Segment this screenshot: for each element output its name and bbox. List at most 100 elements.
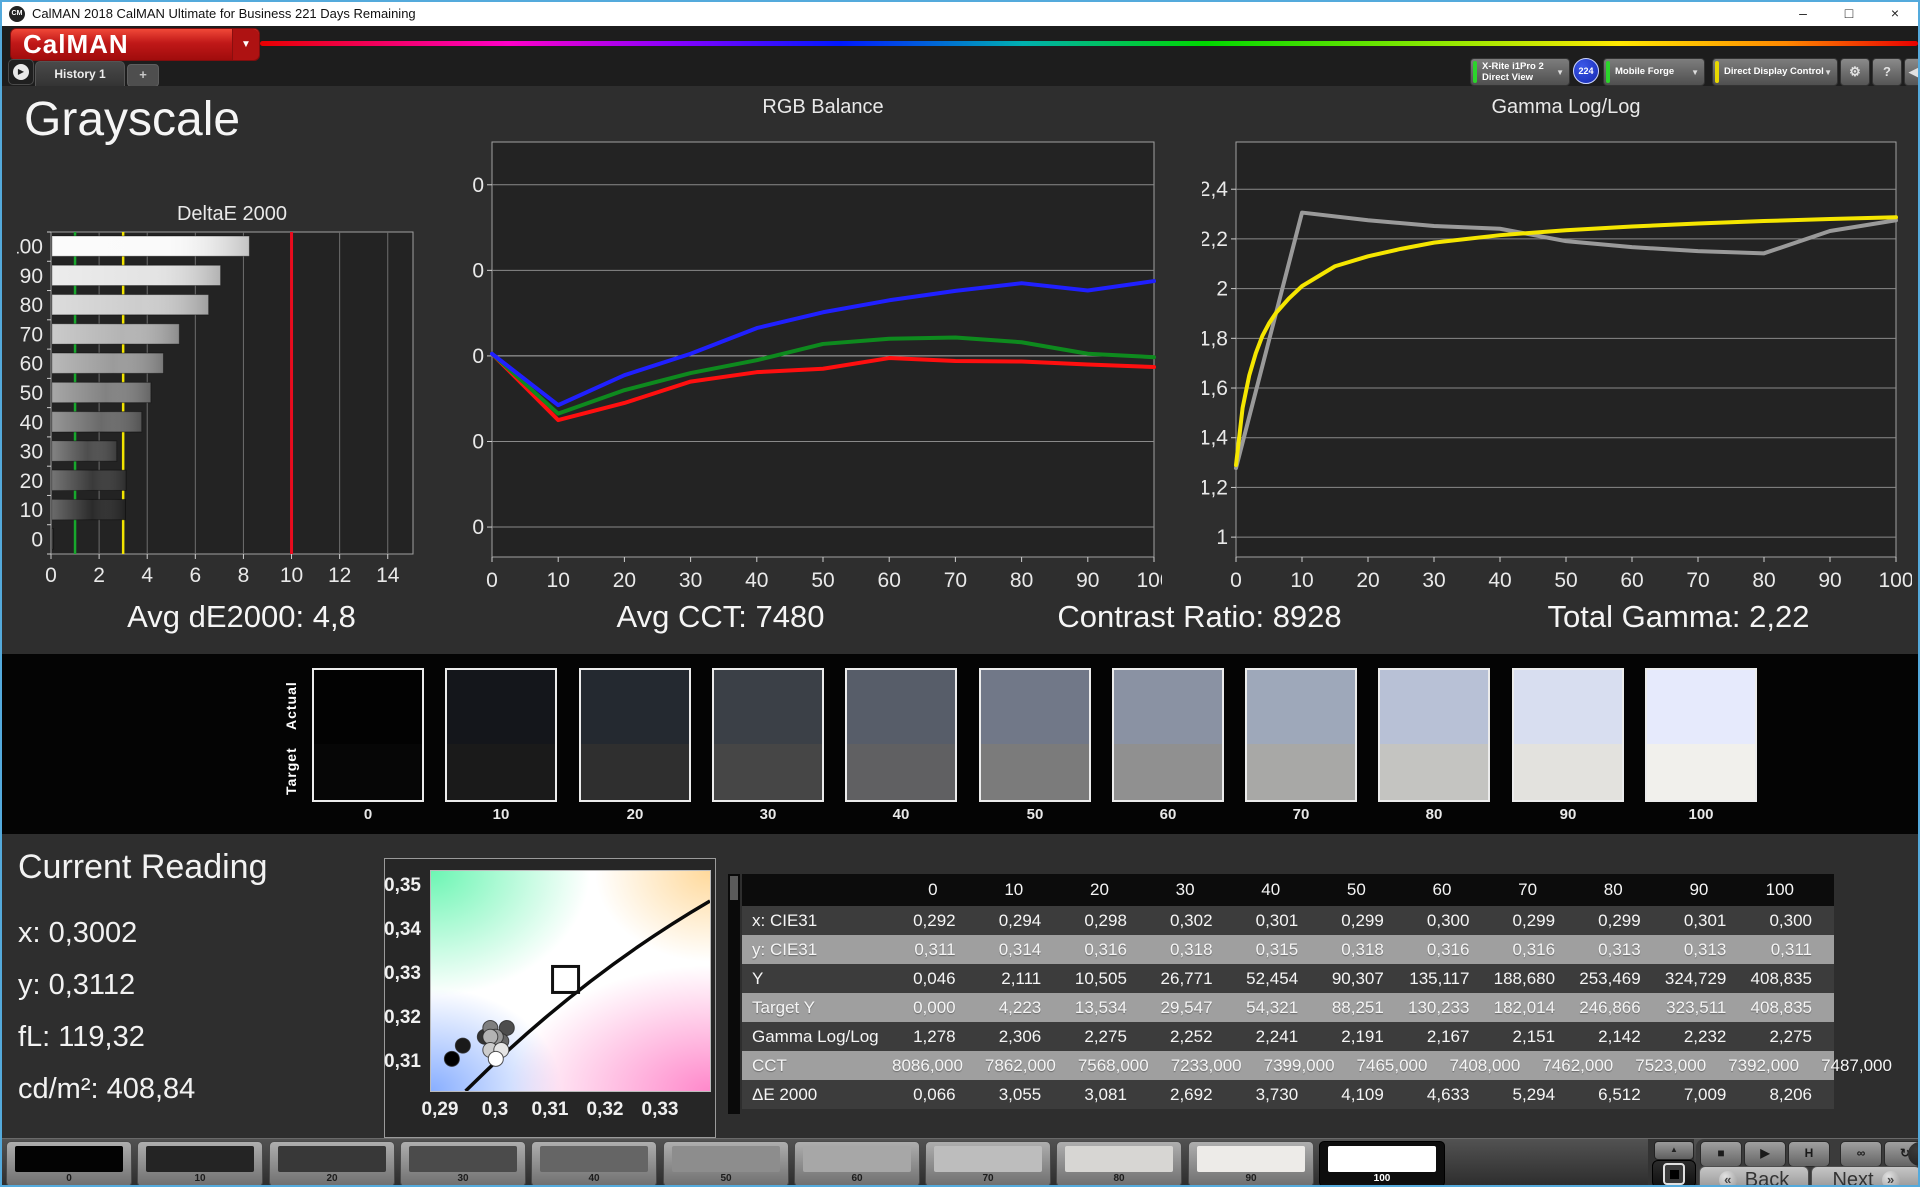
cie-ytick: 0,32 [384, 1007, 421, 1028]
window-titlebar: CM CalMAN 2018 CalMAN Ultimate for Busin… [2, 2, 1918, 26]
actual-swatch [714, 670, 822, 745]
table-cell: 0,066 [913, 1084, 956, 1104]
table-cell: 0,299 [1512, 910, 1556, 930]
table-cell: 4,633 [1426, 1084, 1470, 1104]
app-header: CalMAN ▼ X-Rite i1Pro 2 Direct View ▼ 22… [2, 26, 1918, 87]
cie-ytick: 0,33 [384, 963, 421, 984]
swatch-tile-80 [1378, 668, 1490, 802]
table-cell: 0,318 [1169, 939, 1213, 959]
scrollbar-thumb[interactable] [730, 876, 738, 900]
help-button[interactable]: ? [1872, 58, 1902, 86]
back-button[interactable]: « Back [1699, 1166, 1809, 1185]
minimize-button[interactable]: – [1780, 2, 1826, 26]
pattern-popup-button[interactable]: ▲ [1654, 1141, 1694, 1160]
loop-button[interactable]: ∞ [1840, 1141, 1882, 1167]
pattern-level-label: 90 [1245, 1173, 1257, 1184]
cie-ytick: 0,34 [384, 919, 421, 940]
swatch-tile-10 [445, 668, 557, 802]
table-cell: 130,233 [1408, 997, 1470, 1017]
pattern-button-30[interactable]: 30 [400, 1141, 526, 1185]
swatch-tile-70 [1245, 668, 1357, 802]
pattern-level-label: 60 [851, 1173, 863, 1184]
svg-text:20: 20 [472, 259, 484, 282]
pattern-button-40[interactable]: 40 [531, 1141, 657, 1185]
hold-button[interactable]: H [1788, 1141, 1830, 1167]
pattern-chip [278, 1146, 386, 1172]
app-icon: CM [9, 6, 25, 22]
table-cell: 0,000 [913, 997, 956, 1017]
cie-xtick: 0,33 [641, 1099, 679, 1120]
actual-swatch [1380, 670, 1488, 745]
close-button[interactable]: × [1872, 2, 1918, 26]
pattern-button-60[interactable]: 60 [794, 1141, 920, 1185]
actual-swatch [981, 670, 1089, 745]
svg-text:6: 6 [189, 564, 201, 587]
pattern-button-90[interactable]: 90 [1188, 1141, 1314, 1185]
table-row: CCT 8086,000 7862,000 7568,000 7233,000 7399,… [742, 1051, 1892, 1080]
next-button[interactable]: Next » [1811, 1166, 1918, 1185]
play-button[interactable]: ▶ [1744, 1141, 1786, 1167]
table-scrollbar[interactable] [728, 874, 740, 1114]
pattern-button-20[interactable]: 20 [269, 1141, 395, 1185]
cie-ytick: 0,35 [384, 875, 421, 896]
table-cell: 0,046 [913, 968, 956, 988]
table-col-header: 50 [1346, 880, 1366, 899]
workflow-nav-button[interactable]: ▶ [8, 59, 34, 85]
maximize-button[interactable]: □ [1826, 2, 1872, 26]
collapse-panel-button[interactable]: ◀ [1904, 58, 1918, 86]
table-cell: 135,117 [1409, 968, 1470, 988]
table-cell: 4,223 [998, 997, 1042, 1017]
ddc-status-bar [1715, 61, 1719, 83]
calman-logo-button[interactable]: CalMAN ▼ [10, 28, 260, 61]
pattern-level-label: 20 [326, 1173, 338, 1184]
svg-text:20: 20 [20, 470, 43, 493]
meter-source-dropdown[interactable]: Mobile Forge ▼ [1603, 58, 1705, 86]
target-swatch [581, 744, 689, 800]
table-cell: 88,251 [1331, 997, 1384, 1017]
tab-history-1[interactable]: History 1 [35, 61, 125, 87]
pattern-button-50[interactable]: 50 [663, 1141, 789, 1185]
rgb-balance-chart: RGB Balance 40 20 0 -20 -40 0 10 20 30 40 50 60 70 80 9… [472, 97, 1162, 592]
cie-ytick: 0,31 [384, 1051, 421, 1072]
reading-cdm2: cd/m²: 408,84 [18, 1073, 196, 1105]
svg-text:40: 40 [20, 411, 43, 434]
add-tab-button[interactable]: + [127, 64, 159, 87]
back-chevron-icon: « [1718, 1171, 1737, 1185]
pattern-window-button[interactable] [1652, 1160, 1696, 1185]
meter-ddc-dropdown[interactable]: Direct Display Control ▼ [1712, 58, 1838, 86]
svg-text:40: 40 [745, 569, 768, 592]
actual-swatch [847, 670, 955, 745]
svg-text:2: 2 [1216, 278, 1228, 301]
current-reading-title: Current Reading [18, 848, 268, 886]
pattern-button-100[interactable]: 100 [1319, 1141, 1445, 1185]
swatch-level-label: 40 [892, 806, 910, 823]
table-cell: 7568,000 [1077, 1055, 1149, 1075]
target-swatch [714, 744, 822, 800]
pattern-button-10[interactable]: 10 [137, 1141, 263, 1185]
table-cell: 8,206 [1769, 1084, 1812, 1104]
cie-xtick: 0,32 [586, 1099, 624, 1120]
table-cell: 7465,000 [1356, 1055, 1428, 1075]
svg-text:40: 40 [472, 174, 484, 197]
pattern-bar: 0 10 20 30 40 50 60 70 80 90 100 ▲ ■ ▶ H ∞ ↻ « Back Ne… [2, 1138, 1918, 1185]
stop-button[interactable]: ■ [1700, 1141, 1742, 1167]
meter-sensor-dropdown[interactable]: X-Rite i1Pro 2 Direct View ▼ [1470, 58, 1570, 86]
swatch-tile-30 [712, 668, 824, 802]
sensor-count-badge[interactable]: 224 [1573, 58, 1599, 84]
pattern-button-0[interactable]: 0 [6, 1141, 132, 1185]
table-cell: 3,081 [1084, 1084, 1127, 1104]
settings-button[interactable]: ⚙ [1840, 58, 1870, 86]
svg-text:1: 1 [1216, 526, 1228, 549]
svg-text:2,2: 2,2 [1202, 228, 1228, 251]
svg-text:80: 80 [1752, 569, 1775, 592]
pattern-chip [1328, 1146, 1436, 1172]
pattern-button-80[interactable]: 80 [1056, 1141, 1182, 1185]
pattern-button-70[interactable]: 70 [925, 1141, 1051, 1185]
grayscale-swatch-band: Actual Target 0 10 20 30 40 50 60 70 80 90 100 [2, 654, 1918, 834]
table-col-header: 10 [1004, 880, 1024, 899]
svg-text:70: 70 [1686, 569, 1709, 592]
pattern-chip [934, 1146, 1042, 1172]
svg-text:2,4: 2,4 [1202, 178, 1228, 201]
table-cell: 29,547 [1160, 997, 1213, 1017]
table-cell: 3,730 [1255, 1084, 1299, 1104]
